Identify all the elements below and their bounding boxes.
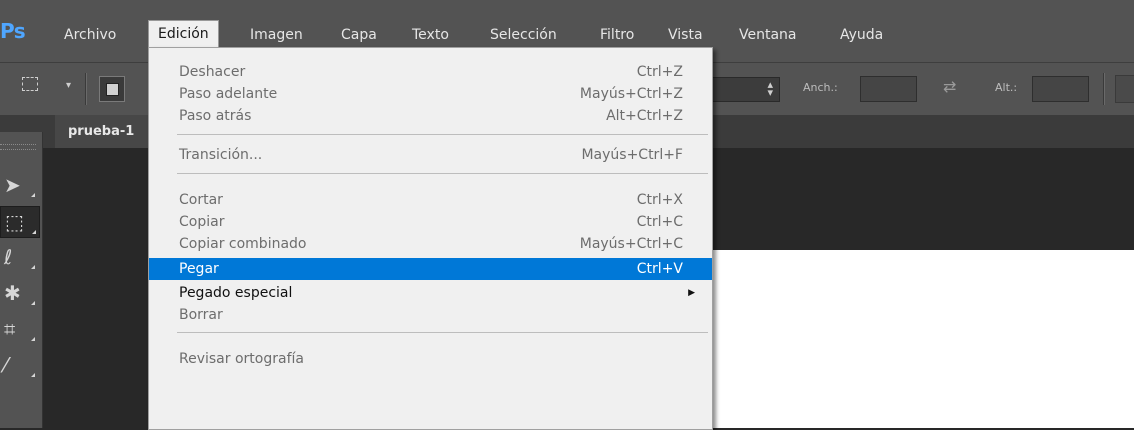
menu-item-label: Cortar xyxy=(179,192,223,208)
menu-item-label: Copiar xyxy=(179,214,225,230)
menu-filtro[interactable]: Filtro xyxy=(600,27,634,43)
height-field[interactable] xyxy=(1032,76,1089,102)
refine-edge-button[interactable] xyxy=(1115,75,1134,103)
menu-vista[interactable]: Vista xyxy=(668,27,703,43)
rectangular-marquee-icon[interactable]: ⬚ xyxy=(0,206,40,238)
marquee-preset-icon[interactable] xyxy=(22,77,38,91)
menu-edicion[interactable]: Edición xyxy=(148,20,219,48)
menu-item-cortar[interactable]: Cortar Ctrl+X xyxy=(149,189,712,211)
document-tab[interactable]: prueba-1 xyxy=(55,115,155,148)
menu-separator xyxy=(177,173,708,174)
panel-grip[interactable] xyxy=(0,144,36,150)
move-tool-icon[interactable]: ➤ xyxy=(0,170,38,200)
tools-panel: ➤ ⬚ ℓ ✱ ⌗ ⁄ xyxy=(0,132,43,428)
menu-imagen[interactable]: Imagen xyxy=(250,27,303,43)
magic-wand-icon[interactable]: ✱ xyxy=(0,278,38,308)
menu-item-label: Copiar combinado xyxy=(179,236,307,252)
height-label: Alt.: xyxy=(995,81,1018,94)
crop-icon[interactable]: ⌗ xyxy=(0,314,38,344)
menu-item-borrar[interactable]: Borrar xyxy=(149,304,712,326)
menu-item-label: Borrar xyxy=(179,307,223,323)
photoshop-logo: Ps xyxy=(0,19,26,43)
menu-item-pegar[interactable]: Pegar Ctrl+V xyxy=(149,258,712,280)
select-arrows-icon: ▴ ▾ xyxy=(767,78,773,99)
eyedropper-icon[interactable]: ⁄ xyxy=(0,350,38,380)
options-divider xyxy=(85,73,87,105)
edit-menu-dropdown: Deshacer Ctrl+Z Paso adelante Mayús+Ctrl… xyxy=(148,47,713,430)
new-selection-button[interactable] xyxy=(99,76,125,102)
menu-seleccion[interactable]: Selección xyxy=(490,27,557,43)
menu-item-shortcut: Alt+Ctrl+Z xyxy=(606,108,683,124)
menu-item-deshacer[interactable]: Deshacer Ctrl+Z xyxy=(149,61,712,83)
document-tab-title: prueba-1 xyxy=(68,124,135,139)
menu-item-pegado-especial[interactable]: Pegado especial ▶ xyxy=(149,282,712,304)
menu-item-shortcut: Mayús+Ctrl+C xyxy=(579,236,683,252)
menu-item-label: Pegar xyxy=(179,261,219,277)
menu-item-shortcut: Mayús+Ctrl+F xyxy=(581,147,683,163)
menu-item-copiar-combinado[interactable]: Copiar combinado Mayús+Ctrl+C xyxy=(149,233,712,255)
width-label: Anch.: xyxy=(803,81,838,94)
menu-item-paso-atras[interactable]: Paso atrás Alt+Ctrl+Z xyxy=(149,105,712,127)
menu-item-label: Paso adelante xyxy=(179,86,278,102)
menu-item-label: Deshacer xyxy=(179,64,246,80)
menu-item-transicion[interactable]: Transición... Mayús+Ctrl+F xyxy=(149,144,712,166)
menu-item-label: Revisar ortografía xyxy=(179,351,304,367)
chevron-down-icon[interactable]: ▾ xyxy=(66,80,71,91)
menu-item-label: Pegado especial xyxy=(179,285,293,301)
menu-item-shortcut: Ctrl+Z xyxy=(636,64,683,80)
menu-item-shortcut: Mayús+Ctrl+Z xyxy=(579,86,683,102)
options-divider xyxy=(1103,73,1105,105)
menu-separator xyxy=(177,134,708,135)
menu-capa[interactable]: Capa xyxy=(341,27,377,43)
menu-archivo[interactable]: Archivo xyxy=(64,27,116,43)
menu-item-shortcut: Ctrl+X xyxy=(636,192,683,208)
menu-item-label: Transición... xyxy=(179,147,263,163)
width-field[interactable] xyxy=(860,76,917,102)
lasso-icon[interactable]: ℓ xyxy=(0,242,38,272)
menu-texto[interactable]: Texto xyxy=(412,27,449,43)
submenu-arrow-icon: ▶ xyxy=(688,288,695,298)
menu-item-revisar-ortografia[interactable]: Revisar ortografía xyxy=(149,348,712,370)
menu-item-paso-adelante[interactable]: Paso adelante Mayús+Ctrl+Z xyxy=(149,83,712,105)
menu-ventana[interactable]: Ventana xyxy=(739,27,797,43)
menu-ayuda[interactable]: Ayuda xyxy=(840,27,883,43)
menu-item-shortcut: Ctrl+V xyxy=(636,261,683,277)
menu-item-shortcut: Ctrl+C xyxy=(636,214,683,230)
menu-separator xyxy=(177,332,708,333)
menu-item-label: Paso atrás xyxy=(179,108,252,124)
swap-arrows-icon[interactable]: ⇄ xyxy=(943,77,956,96)
menu-item-copiar[interactable]: Copiar Ctrl+C xyxy=(149,211,712,233)
